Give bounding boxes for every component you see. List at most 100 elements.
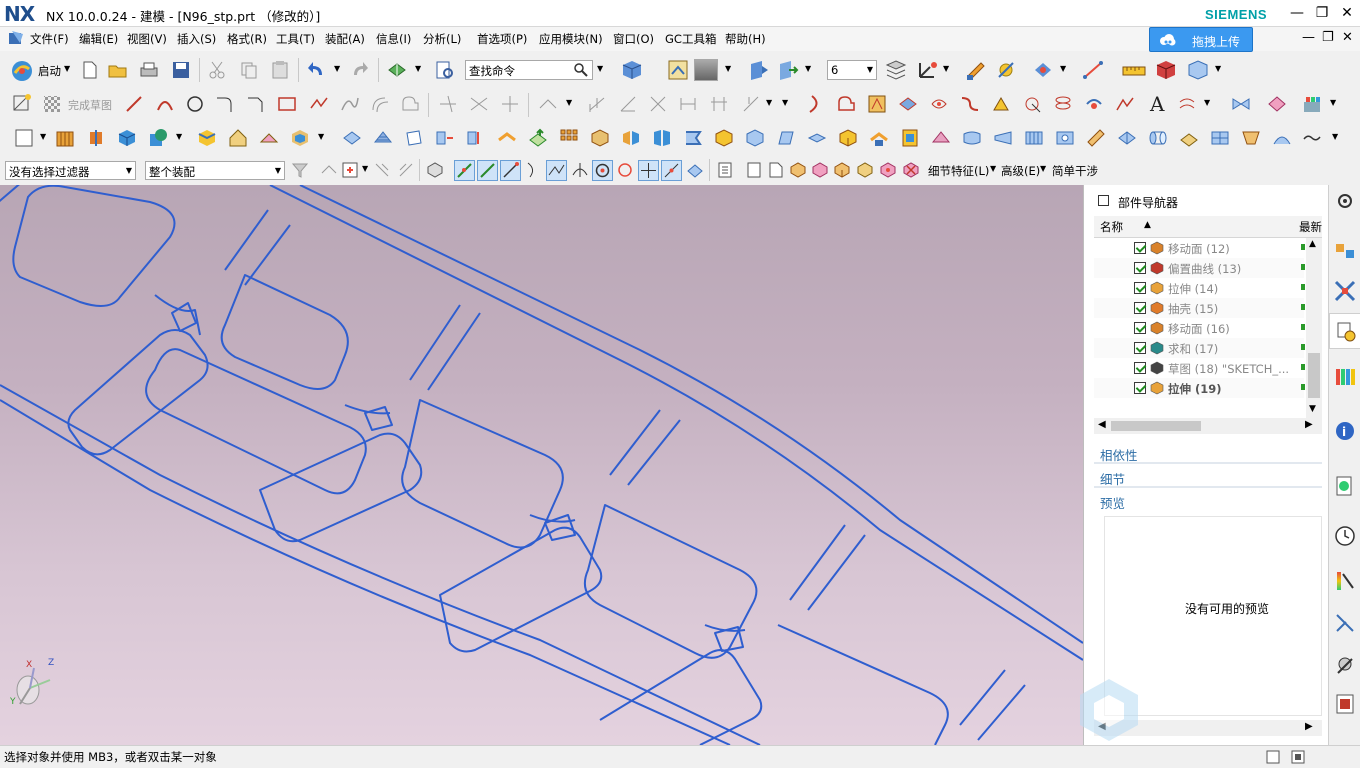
tree-horizontal-scrollbar[interactable]: ◀ ▶ xyxy=(1094,418,1322,434)
snap-dropdown-arrow-icon[interactable]: ▼ xyxy=(1060,64,1066,73)
snap-quadrant-icon[interactable] xyxy=(616,161,634,179)
spline-icon[interactable] xyxy=(340,94,360,114)
curve-offset-3d-icon[interactable] xyxy=(1177,94,1197,114)
section-view-icon[interactable] xyxy=(745,161,763,179)
select-all-icon[interactable] xyxy=(373,161,391,179)
offset-region-icon[interactable] xyxy=(776,128,796,148)
new-file-icon[interactable] xyxy=(80,60,100,80)
scroll-right-icon[interactable]: ▶ xyxy=(1305,419,1313,430)
menu-file[interactable]: 文件(F) xyxy=(30,31,69,47)
graphics-viewport[interactable]: X Z Y xyxy=(0,185,1083,745)
move-to-layer-icon[interactable] xyxy=(777,59,799,81)
snap-tangent-icon[interactable] xyxy=(571,161,589,179)
replace-face-icon[interactable] xyxy=(683,128,703,148)
sketch-overflow-arrow-icon[interactable]: ▼ xyxy=(782,98,788,107)
sort-ascending-icon[interactable]: ▲ xyxy=(1144,220,1151,230)
drag-upload-button[interactable]: 拖拽上传 xyxy=(1149,27,1253,52)
command-finder-icon[interactable] xyxy=(435,60,455,80)
menu-application[interactable]: 应用模块(N) xyxy=(539,31,603,47)
process-studio-icon[interactable] xyxy=(1334,612,1356,634)
background-dropdown-arrow-icon[interactable]: ▼ xyxy=(725,64,731,73)
thicken-icon[interactable] xyxy=(497,128,517,148)
edge-chamfer-small-icon[interactable] xyxy=(789,161,807,179)
tree-row[interactable]: 抽壳 (15) xyxy=(1094,298,1305,318)
background-color-swatch[interactable] xyxy=(694,59,718,81)
parallel-icon[interactable] xyxy=(709,94,729,114)
start-label[interactable]: 启动 xyxy=(38,63,61,79)
menu-preferences[interactable]: 首选项(P) xyxy=(477,31,527,47)
visibility-checkbox[interactable] xyxy=(1134,242,1146,254)
page-icon[interactable] xyxy=(767,161,785,179)
trim-body-icon[interactable] xyxy=(435,128,455,148)
mdi-close-button[interactable]: ✕ xyxy=(1342,30,1353,45)
mdi-restore-button[interactable]: ❐ xyxy=(1322,30,1334,45)
law-extension-icon[interactable] xyxy=(1117,128,1137,148)
radius-dim-icon[interactable] xyxy=(648,94,668,114)
constraint-more-arrow-icon[interactable]: ▼ xyxy=(766,98,772,107)
show-hide-icon[interactable] xyxy=(995,59,1017,81)
menu-edit[interactable]: 编辑(E) xyxy=(79,31,118,47)
dimension-icon[interactable] xyxy=(587,94,607,114)
surface-grid-icon[interactable] xyxy=(1267,94,1287,114)
cut-icon[interactable] xyxy=(207,60,227,80)
wcs-dropdown-arrow-icon[interactable]: ▼ xyxy=(943,64,949,73)
shaded-view-icon[interactable] xyxy=(621,59,643,81)
ruler-icon[interactable] xyxy=(1122,59,1146,81)
cross-section-edit-icon[interactable] xyxy=(900,128,920,148)
replace-blend-icon[interactable] xyxy=(838,128,858,148)
variable-blend-icon[interactable] xyxy=(879,161,897,179)
section-curve-icon[interactable] xyxy=(898,94,918,114)
shell-tool-icon[interactable] xyxy=(290,128,310,148)
restore-button[interactable]: ❐ xyxy=(1311,3,1333,23)
ruled-icon[interactable] xyxy=(1024,128,1044,148)
polygon-icon[interactable] xyxy=(309,94,329,114)
horizontal-scroll-thumb[interactable] xyxy=(1111,421,1201,431)
open-folder-icon[interactable] xyxy=(108,60,128,80)
copy-icon[interactable] xyxy=(239,60,259,80)
helix-icon[interactable] xyxy=(1053,94,1073,114)
preview-scroll-right-icon[interactable]: ▶ xyxy=(1305,721,1313,732)
menu-view[interactable]: 视图(V) xyxy=(127,31,167,47)
part-navigator-tab[interactable] xyxy=(1329,313,1360,349)
filter-settings-icon[interactable] xyxy=(291,161,309,179)
finish-sketch-icon[interactable] xyxy=(42,94,62,114)
tube-icon[interactable] xyxy=(1148,128,1168,148)
minimize-button[interactable]: — xyxy=(1286,3,1308,23)
snap-midpoint-icon[interactable] xyxy=(477,160,498,181)
cube-view-icon[interactable] xyxy=(1187,59,1209,81)
menu-help[interactable]: 帮助(H) xyxy=(725,31,766,47)
scroll-left-icon[interactable]: ◀ xyxy=(1098,419,1106,430)
offset-face-icon[interactable] xyxy=(528,128,548,148)
detail-feature-arrow-icon[interactable]: ▼ xyxy=(990,164,996,173)
status-layout-icon[interactable] xyxy=(1265,749,1281,765)
save-icon[interactable] xyxy=(171,60,191,80)
mirror-feature-icon[interactable] xyxy=(621,128,641,148)
mirror-body-icon[interactable] xyxy=(652,128,672,148)
type-filter-arrow-icon[interactable]: ▼ xyxy=(362,164,368,173)
tilde-curve-icon[interactable] xyxy=(1302,128,1322,148)
constraint-navigator-icon[interactable] xyxy=(1334,280,1356,302)
layer-dropdown-arrow-icon[interactable]: ▼ xyxy=(805,64,811,73)
constraint-icon[interactable] xyxy=(741,94,761,114)
curve-length-icon[interactable] xyxy=(1022,94,1042,114)
settings-gear-icon[interactable] xyxy=(1334,190,1356,212)
assembly-navigator-icon[interactable] xyxy=(1334,240,1356,262)
undo-dropdown-arrow-icon[interactable]: ▼ xyxy=(334,64,340,73)
show-hide-feature-icon[interactable] xyxy=(716,161,734,179)
cube-dropdown-arrow-icon[interactable]: ▼ xyxy=(1215,64,1221,73)
print-icon[interactable] xyxy=(139,60,159,80)
visibility-checkbox[interactable] xyxy=(1134,342,1146,354)
extension-sheet-icon[interactable] xyxy=(1086,128,1106,148)
draft-small-icon[interactable] xyxy=(833,161,851,179)
curve-more-arrow-icon[interactable]: ▼ xyxy=(566,98,572,107)
scroll-down-icon[interactable]: ▼ xyxy=(1309,404,1316,414)
mdi-minimize-button[interactable]: — xyxy=(1302,30,1315,45)
block-icon[interactable] xyxy=(117,128,137,148)
simple-interference-button[interactable]: 简单干涉 xyxy=(1052,163,1098,179)
menu-information[interactable]: 信息(I) xyxy=(376,31,411,47)
snap-point-icon[interactable] xyxy=(1032,59,1054,81)
app-menu-icon[interactable] xyxy=(8,30,24,46)
preview-section[interactable]: 预览 xyxy=(1094,490,1322,512)
pattern-geometry-icon[interactable] xyxy=(590,128,610,148)
blend-small-icon[interactable] xyxy=(811,161,829,179)
